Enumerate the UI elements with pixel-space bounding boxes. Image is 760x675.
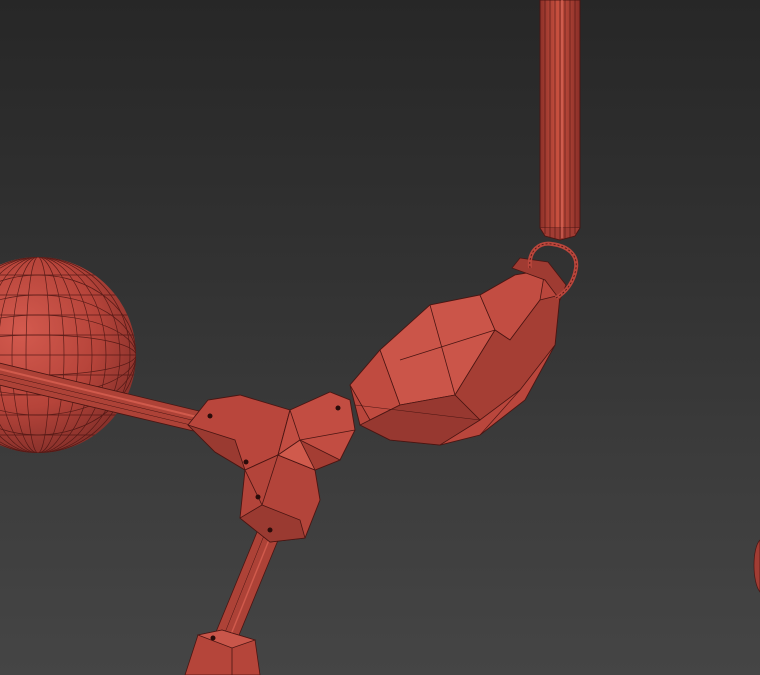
partial-sphere-right[interactable] [753, 539, 760, 593]
sphere[interactable] [0, 257, 136, 453]
vertical-rod[interactable] [539, 0, 581, 241]
3d-viewport[interactable] [0, 0, 760, 675]
hanging-weight[interactable] [349, 257, 567, 446]
lower-block[interactable] [184, 629, 261, 675]
scene-canvas [0, 0, 760, 675]
connector-hub[interactable] [187, 391, 356, 543]
